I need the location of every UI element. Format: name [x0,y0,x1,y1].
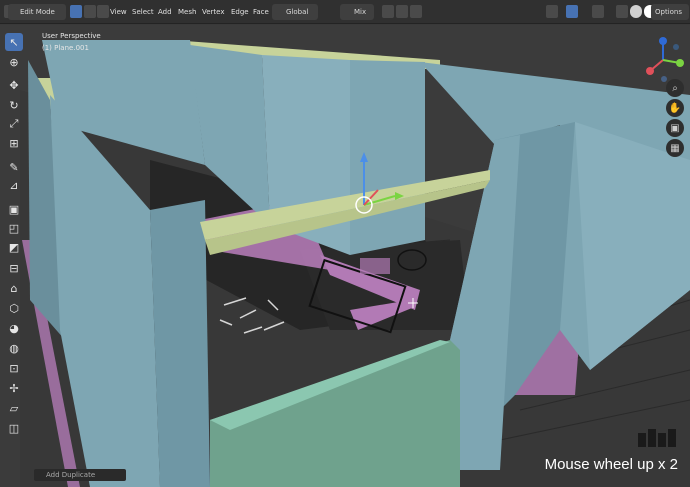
tool-shelf: ↖ ⊕ ✥ ↻ ⤢ ⊞ ✎ ⊿ ▣ ◰ ◩ ⊟ ⌂ ⬡ ◕ ◍ ⊡ ✢ ▱ ◫ [0,30,27,440]
measure-icon[interactable]: ⊿ [5,176,23,194]
pan-hand-icon[interactable]: ✋ [666,99,684,117]
menu-view[interactable]: View [110,4,127,20]
perspective-label: User Perspective [42,32,101,40]
y-axis-icon [676,59,684,67]
z-axis-icon [659,37,667,45]
edge-slide-icon[interactable]: ⊡ [5,359,23,377]
viewport-header: Edit Mode View Select Add Mesh Vertex Ed… [0,0,690,24]
mode-label: Edit Mode [20,8,55,16]
shear-icon[interactable]: ▱ [5,399,23,417]
rotate-icon[interactable]: ↻ [5,96,23,114]
pivot-dropdown[interactable]: Mix [340,4,374,20]
bevel-icon[interactable]: ◩ [5,238,23,256]
poly-build-icon[interactable]: ⬡ [5,299,23,317]
visibility-icon[interactable] [546,5,558,18]
proportional-edit-icon[interactable] [410,5,422,18]
vertex-select-icon[interactable] [70,5,82,18]
edge-select-icon[interactable] [84,5,96,18]
mode-dropdown[interactable]: Edit Mode [8,4,66,20]
shading-solid-icon[interactable] [630,5,642,18]
scene-render [0,25,690,487]
screencast-keys-text: Mouse wheel up x 2 [544,456,678,473]
options-label: Options [655,8,683,16]
loop-cut-icon[interactable]: ⊟ [5,259,23,277]
move-icon[interactable]: ✥ [5,76,23,94]
overlays-icon[interactable] [592,5,604,18]
gizmo-toggle-icon[interactable] [566,5,578,18]
knife-icon[interactable]: ⌂ [5,279,23,297]
scale-icon[interactable]: ⤢ [5,115,23,133]
face-select-icon[interactable] [97,5,109,18]
menu-add[interactable]: Add [158,4,172,20]
annotate-icon[interactable]: ✎ [5,158,23,176]
inset-icon[interactable]: ◰ [5,219,23,237]
last-operation-label: Add Duplicate [46,471,96,479]
snap-icon[interactable] [382,5,394,18]
object-label: (1) Plane.001 [42,44,89,52]
xray-icon[interactable] [616,5,628,18]
menu-face[interactable]: Face [253,4,269,20]
pivot-label: Mix [354,8,367,16]
orientation-label: Global [286,8,309,16]
options-dropdown[interactable]: Options [651,4,689,20]
smooth-icon[interactable]: ◍ [5,339,23,357]
screencast-logo-icon [638,429,676,447]
extrude-icon[interactable]: ▣ [5,200,23,218]
shrink-fatten-icon[interactable]: ✢ [5,379,23,397]
menu-select[interactable]: Select [132,4,154,20]
transform-icon[interactable]: ⊞ [5,134,23,152]
menu-vertex[interactable]: Vertex [202,4,225,20]
select-box-icon[interactable]: ↖ [5,33,23,51]
spin-icon[interactable]: ◕ [5,319,23,337]
menu-edge[interactable]: Edge [231,4,249,20]
last-operation-panel[interactable]: Add Duplicate [34,469,126,481]
zoom-icon[interactable]: ⌕ [666,79,684,97]
cursor-icon[interactable]: ⊕ [5,53,23,71]
menu-mesh[interactable]: Mesh [178,4,196,20]
transform-orientation-dropdown[interactable]: Global [272,4,318,20]
x-axis-icon [646,67,654,75]
rip-region-icon[interactable]: ◫ [5,419,23,437]
navigation-gizmo[interactable] [638,35,688,85]
grid-ortho-icon[interactable]: ▦ [666,139,684,157]
magnet-icon[interactable] [396,5,408,18]
camera-icon[interactable]: ▣ [666,119,684,137]
3d-viewport[interactable]: User Perspective (1) Plane.001 ⌕ ✋ ▣ ▦ [0,25,690,487]
